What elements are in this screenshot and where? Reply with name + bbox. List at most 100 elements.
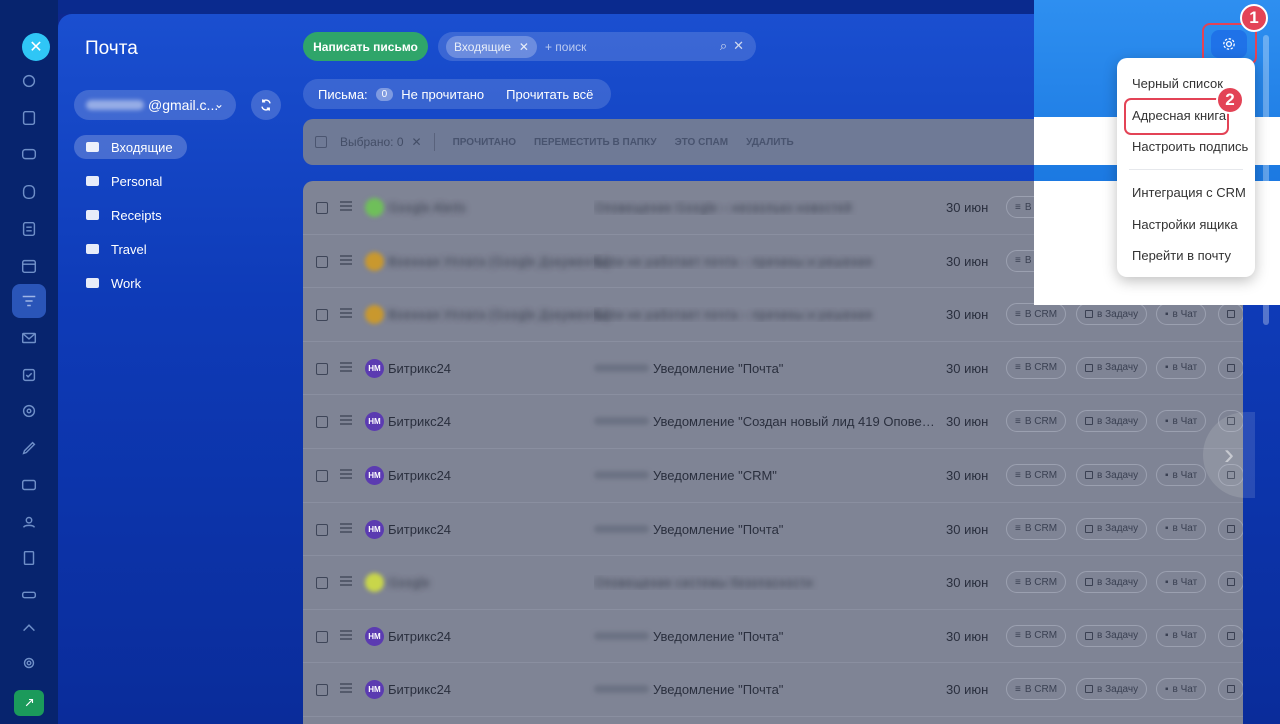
rocket-icon[interactable] [14, 690, 44, 716]
to-task-button[interactable]: в Задачу [1076, 571, 1148, 594]
folder-inbox[interactable]: Входящие [74, 135, 187, 159]
folder-work[interactable]: Work [74, 271, 155, 295]
apps-icon[interactable] [18, 616, 40, 638]
settings-sidebar-icon[interactable] [18, 652, 40, 674]
more-action-button[interactable] [1218, 517, 1243, 540]
document-icon[interactable] [18, 547, 40, 569]
menu-item-go-to-mail[interactable]: Перейти в почту [1132, 248, 1231, 263]
move-to-folder-button[interactable]: ПЕРЕМЕСТИТЬ В ПАПКУ [534, 137, 657, 148]
row-checkbox[interactable] [316, 684, 328, 697]
email-row[interactable]: Google Оповещение системы безопасности 30 … [303, 556, 1243, 610]
email-row[interactable]: НМ Битрикс24 Уведомление "Почта" 30 июн ≡ В C… [303, 663, 1243, 717]
row-checkbox[interactable] [316, 416, 328, 429]
close-slider-button[interactable]: ✕ [22, 33, 50, 61]
docs-icon[interactable] [18, 218, 40, 240]
row-checkbox[interactable] [316, 523, 328, 536]
select-all-checkbox[interactable] [315, 136, 327, 148]
to-crm-button[interactable]: ≡В CRM [1006, 464, 1067, 486]
spam-button[interactable]: ЭТО СПАМ [675, 137, 729, 148]
row-checkbox[interactable] [316, 309, 328, 322]
mail-icon[interactable] [18, 327, 40, 349]
scrollbar[interactable] [1263, 35, 1269, 325]
to-chat-button[interactable]: ▪в Чат [1156, 678, 1207, 701]
row-checkbox[interactable] [316, 202, 328, 214]
read-all-button[interactable]: Прочитать всё [506, 87, 593, 102]
to-task-button[interactable]: в Задачу [1076, 303, 1148, 326]
to-crm-button[interactable]: ≡В CRM [1006, 678, 1067, 701]
drag-handle-icon[interactable] [340, 629, 352, 640]
to-task-button[interactable]: в Задачу [1076, 356, 1148, 379]
to-chat-button[interactable]: ▪в Чат [1156, 410, 1207, 433]
menu-item-blacklist[interactable]: Черный список [1132, 76, 1223, 91]
folder-receipts[interactable]: Receipts [74, 203, 176, 227]
to-crm-button[interactable]: ≡В CRM [1006, 571, 1067, 594]
unread-filter[interactable]: Не прочитано [401, 87, 484, 102]
to-task-button[interactable]: в Задачу [1076, 624, 1148, 647]
row-checkbox[interactable] [316, 362, 328, 375]
menu-item-mailbox-settings[interactable]: Настройки ящика [1132, 217, 1238, 232]
more-action-button[interactable] [1218, 678, 1243, 701]
refresh-button[interactable] [251, 90, 281, 120]
to-task-button[interactable]: в Задачу [1076, 410, 1148, 433]
team-icon[interactable] [18, 511, 40, 533]
drag-handle-icon[interactable] [340, 201, 352, 211]
goals-icon[interactable] [18, 400, 40, 422]
email-row[interactable]: НМ Битрикс24 Уведомление "Почта" 30 июн ≡ В C… [303, 342, 1243, 396]
filter-chip[interactable]: Входящие ✕ [446, 35, 537, 58]
more-action-button[interactable] [1218, 356, 1243, 379]
mark-read-button[interactable]: ПРОЧИТАНО [453, 137, 516, 148]
menu-item-crm-integration[interactable]: Интеграция с CRM [1132, 185, 1246, 200]
email-row[interactable]: НМ Битрикс24 Уведомление "Создан новый лид… [303, 395, 1243, 449]
tasks-icon[interactable] [18, 364, 40, 386]
to-chat-button[interactable]: ▪в Чат [1156, 464, 1207, 486]
to-chat-button[interactable]: ▪в Чат [1156, 571, 1207, 594]
search-icon[interactable]: ⌕ [720, 38, 727, 54]
drag-handle-icon[interactable] [340, 361, 352, 372]
email-row[interactable]: НМ Битрикс24 Уведомление "CRM" 30 июн ≡ В CRM… [303, 449, 1243, 503]
menu-item-signature[interactable]: Настроить подпись [1132, 139, 1248, 154]
delete-button[interactable]: УДАЛИТЬ [746, 137, 794, 148]
notification-icon[interactable] [18, 70, 40, 92]
row-checkbox[interactable] [316, 255, 328, 268]
row-checkbox[interactable] [316, 630, 328, 643]
search-input[interactable]: + поиск [545, 40, 586, 54]
folder-travel[interactable]: Travel [74, 237, 161, 261]
drag-handle-icon[interactable] [340, 415, 352, 426]
filter-icon[interactable] [18, 290, 40, 312]
to-crm-button[interactable]: ≡В CRM [1006, 303, 1067, 326]
row-checkbox[interactable] [316, 577, 328, 590]
drag-handle-icon[interactable] [340, 254, 352, 265]
chip-close-icon[interactable]: ✕ [519, 40, 529, 54]
email-row[interactable]: НМ Битрикс24 Уведомление "Почта" 30 июн ≡ В C… [303, 503, 1243, 557]
feed-icon[interactable] [18, 107, 40, 129]
drag-handle-icon[interactable] [340, 469, 352, 479]
to-chat-button[interactable]: ▪в Чат [1156, 303, 1207, 326]
to-task-button[interactable]: в Задачу [1076, 678, 1148, 701]
drag-handle-icon[interactable] [340, 522, 352, 533]
to-crm-button[interactable]: ≡В CRM [1006, 624, 1067, 647]
more-action-button[interactable] [1218, 624, 1243, 647]
compose-button[interactable]: Написать письмо [303, 32, 428, 61]
drag-handle-icon[interactable] [340, 683, 352, 694]
to-task-button[interactable]: в Задачу [1076, 464, 1148, 486]
row-checkbox[interactable] [316, 470, 328, 482]
chat-icon[interactable] [18, 144, 40, 166]
to-chat-button[interactable]: ▪в Чат [1156, 517, 1207, 540]
drive-icon[interactable] [18, 181, 40, 203]
storage-icon[interactable] [18, 584, 40, 606]
to-crm-button[interactable]: ≡В CRM [1006, 517, 1067, 540]
drag-handle-icon[interactable] [340, 576, 352, 587]
contacts-card-icon[interactable] [18, 474, 40, 496]
more-action-button[interactable] [1218, 571, 1243, 594]
to-crm-button[interactable]: ≡В CRM [1006, 356, 1067, 379]
calendar-icon[interactable] [18, 255, 40, 277]
to-crm-button[interactable]: ≡В CRM [1006, 410, 1067, 433]
search-bar[interactable]: Входящие ✕ + поиск ⌕ ✕ [438, 32, 756, 61]
folder-personal[interactable]: Personal [74, 169, 176, 193]
more-action-button[interactable] [1218, 303, 1243, 326]
clear-selection-icon[interactable]: ✕ [412, 135, 422, 149]
to-chat-button[interactable]: ▪в Чат [1156, 356, 1207, 379]
to-chat-button[interactable]: ▪в Чат [1156, 624, 1207, 647]
clear-search-icon[interactable]: ✕ [733, 38, 744, 54]
drag-handle-icon[interactable] [340, 308, 352, 319]
